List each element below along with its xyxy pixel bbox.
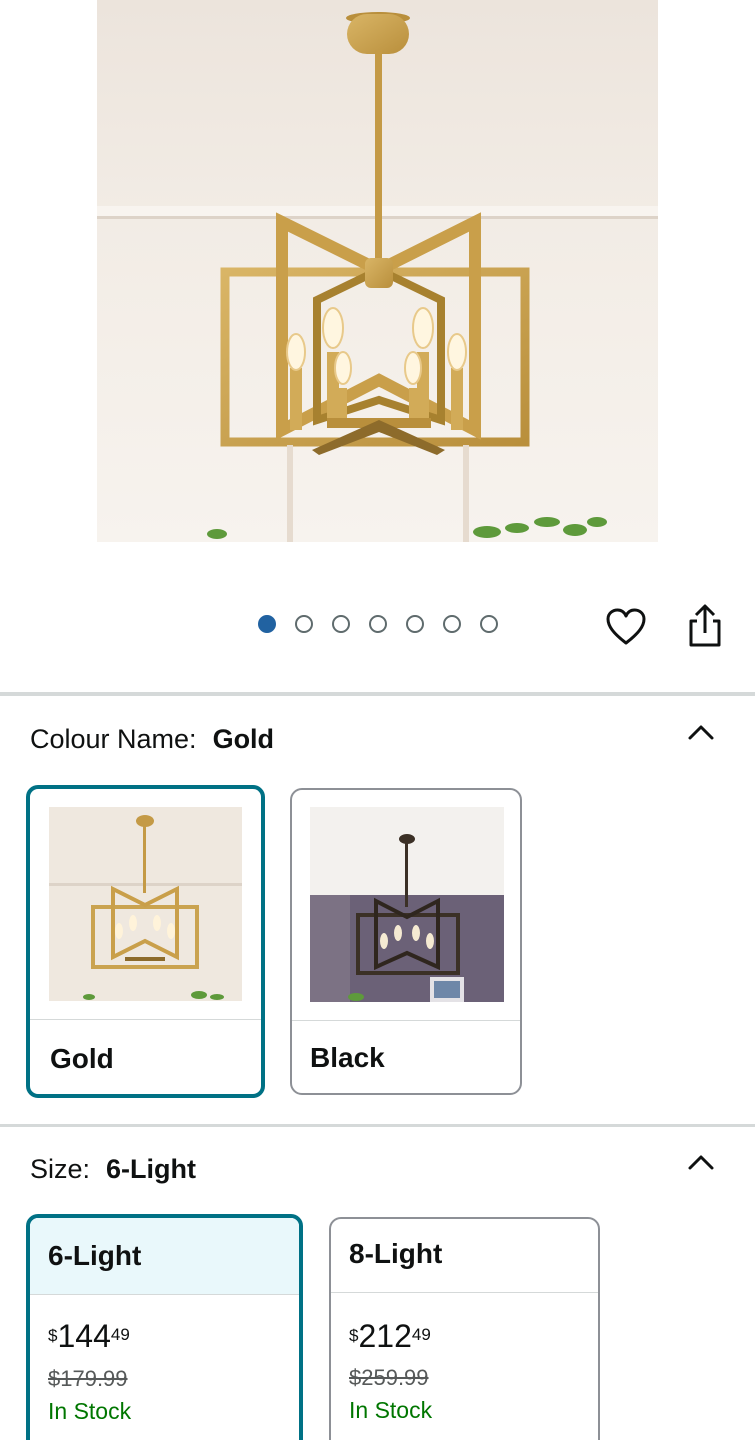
add-to-wishlist-button[interactable] — [605, 607, 647, 649]
chevron-up-icon — [688, 725, 714, 740]
carousel-dot-3[interactable] — [332, 615, 350, 633]
swatch-divider — [292, 1020, 520, 1021]
size-option-8-light[interactable]: 8-Light $21249 $259.99 In Stock — [329, 1217, 600, 1440]
size-option-label: 8-Light — [349, 1238, 443, 1269]
carousel-dot-4[interactable] — [369, 615, 387, 633]
size-option-divider — [331, 1292, 598, 1293]
colour-collapse-toggle[interactable] — [685, 716, 717, 748]
carousel-dot-7[interactable] — [480, 615, 498, 633]
chandelier-black-thumbnail — [310, 807, 504, 1002]
size-selected-value: 6-Light — [106, 1154, 197, 1184]
size-option-6-light[interactable]: 6-Light $14449 $179.99 In Stock — [26, 1214, 303, 1440]
colour-selected-value: Gold — [212, 724, 275, 754]
section-divider — [0, 692, 755, 696]
size-collapse-toggle[interactable] — [685, 1146, 717, 1178]
availability: In Stock — [48, 1398, 132, 1424]
carousel-dot-6[interactable] — [443, 615, 461, 633]
colour-option-gold[interactable]: Gold — [26, 785, 265, 1098]
product-main-image[interactable] — [97, 0, 658, 542]
black-thumbnail — [310, 807, 504, 1002]
gold-thumbnail — [49, 807, 242, 1001]
chandelier-gold-thumbnail — [49, 807, 242, 1001]
list-price: $179.99 — [48, 1366, 128, 1391]
carousel-dot-5[interactable] — [406, 615, 424, 633]
price-whole: 144 — [57, 1318, 111, 1354]
share-icon — [689, 604, 721, 647]
colour-option-black[interactable]: Black — [290, 788, 522, 1095]
image-carousel-indicators — [258, 615, 498, 633]
price-fraction: 49 — [411, 1325, 431, 1344]
size-label: Size: — [30, 1154, 91, 1184]
size-option-divider — [30, 1294, 299, 1295]
chevron-up-icon — [688, 1155, 714, 1170]
list-price: $259.99 — [349, 1365, 429, 1390]
size-option-label: 6-Light — [48, 1240, 142, 1271]
carousel-dot-1[interactable] — [258, 615, 276, 633]
share-button[interactable] — [684, 603, 726, 649]
swatch-divider — [30, 1019, 261, 1020]
availability: In Stock — [349, 1397, 433, 1423]
chandelier-gold-photo — [97, 0, 658, 542]
price-whole: 212 — [358, 1318, 412, 1354]
section-divider — [0, 1124, 755, 1127]
price-fraction: 49 — [110, 1325, 130, 1344]
colour-label: Colour Name: — [30, 724, 197, 754]
colour-option-label: Gold — [50, 1043, 114, 1074]
price: $14449 — [48, 1318, 130, 1354]
heart-icon — [606, 608, 646, 645]
colour-name-row: Colour Name: Gold — [30, 724, 274, 755]
colour-option-label: Black — [310, 1042, 385, 1073]
carousel-dot-2[interactable] — [295, 615, 313, 633]
size-row: Size: 6-Light — [30, 1154, 196, 1185]
price: $21249 — [349, 1318, 431, 1354]
